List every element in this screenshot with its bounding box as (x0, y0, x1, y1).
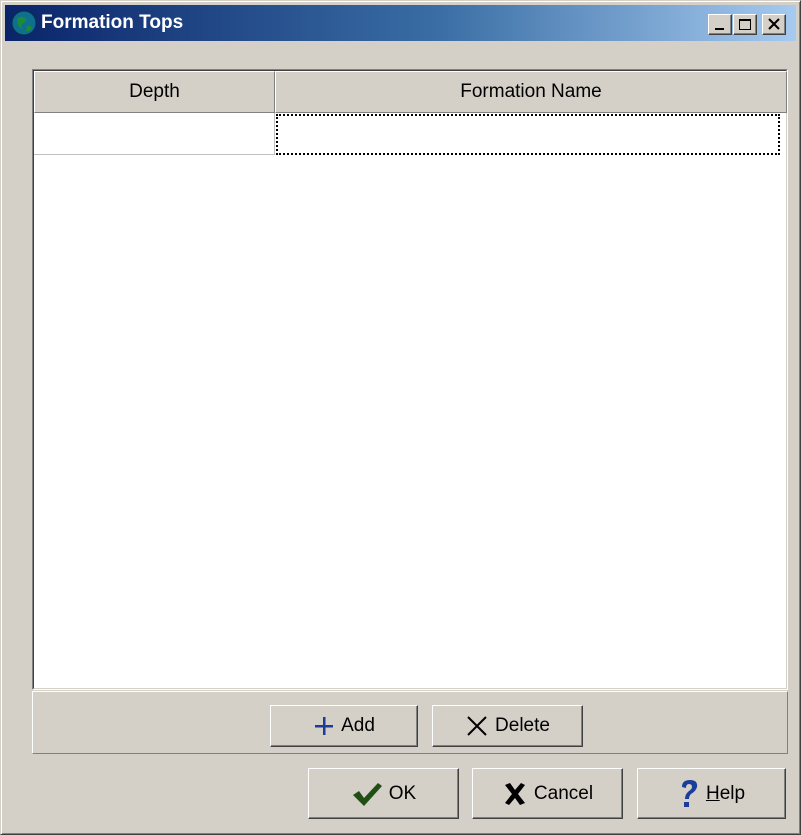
minimize-button[interactable] (708, 14, 732, 35)
column-header-depth[interactable]: Depth (34, 71, 275, 113)
maximize-button[interactable] (733, 14, 757, 35)
close-icon (768, 18, 780, 30)
minimize-icon (715, 28, 724, 30)
delete-x-icon (467, 716, 487, 736)
globe-icon (11, 10, 37, 36)
checkmark-icon (352, 782, 382, 806)
add-button[interactable]: Add (270, 705, 418, 747)
formation-tops-grid[interactable]: Depth Formation Name (32, 69, 788, 690)
cancel-label: Cancel (533, 782, 594, 804)
maximize-icon (739, 19, 751, 30)
plus-icon (315, 717, 334, 735)
add-label: Add (341, 715, 375, 736)
close-button[interactable] (762, 14, 786, 35)
formation-name-input[interactable] (280, 118, 776, 151)
ok-label: OK (388, 782, 417, 804)
grid-body: Depth Formation Name (33, 70, 787, 689)
column-header-formation-name[interactable]: Formation Name (275, 71, 787, 113)
delete-button[interactable]: Delete (432, 705, 583, 747)
cancel-x-icon (504, 782, 525, 805)
help-button[interactable]: Help (637, 768, 786, 819)
depth-cell[interactable] (34, 113, 275, 155)
help-label: Help (706, 783, 745, 805)
help-label-mnemonic: H (705, 782, 720, 804)
help-label-rest: elp (719, 782, 746, 804)
table-row (34, 113, 787, 155)
cancel-button[interactable]: Cancel (472, 768, 623, 819)
question-mark-icon (681, 779, 698, 807)
title-bar[interactable]: Formation Tops (5, 5, 796, 41)
formation-name-cell[interactable] (276, 114, 780, 155)
delete-label: Delete (495, 715, 550, 736)
window-title: Formation Tops (41, 12, 184, 33)
formation-tops-dialog: Formation Tops Depth Formation Name Add … (0, 0, 801, 835)
ok-button[interactable]: OK (308, 768, 459, 819)
